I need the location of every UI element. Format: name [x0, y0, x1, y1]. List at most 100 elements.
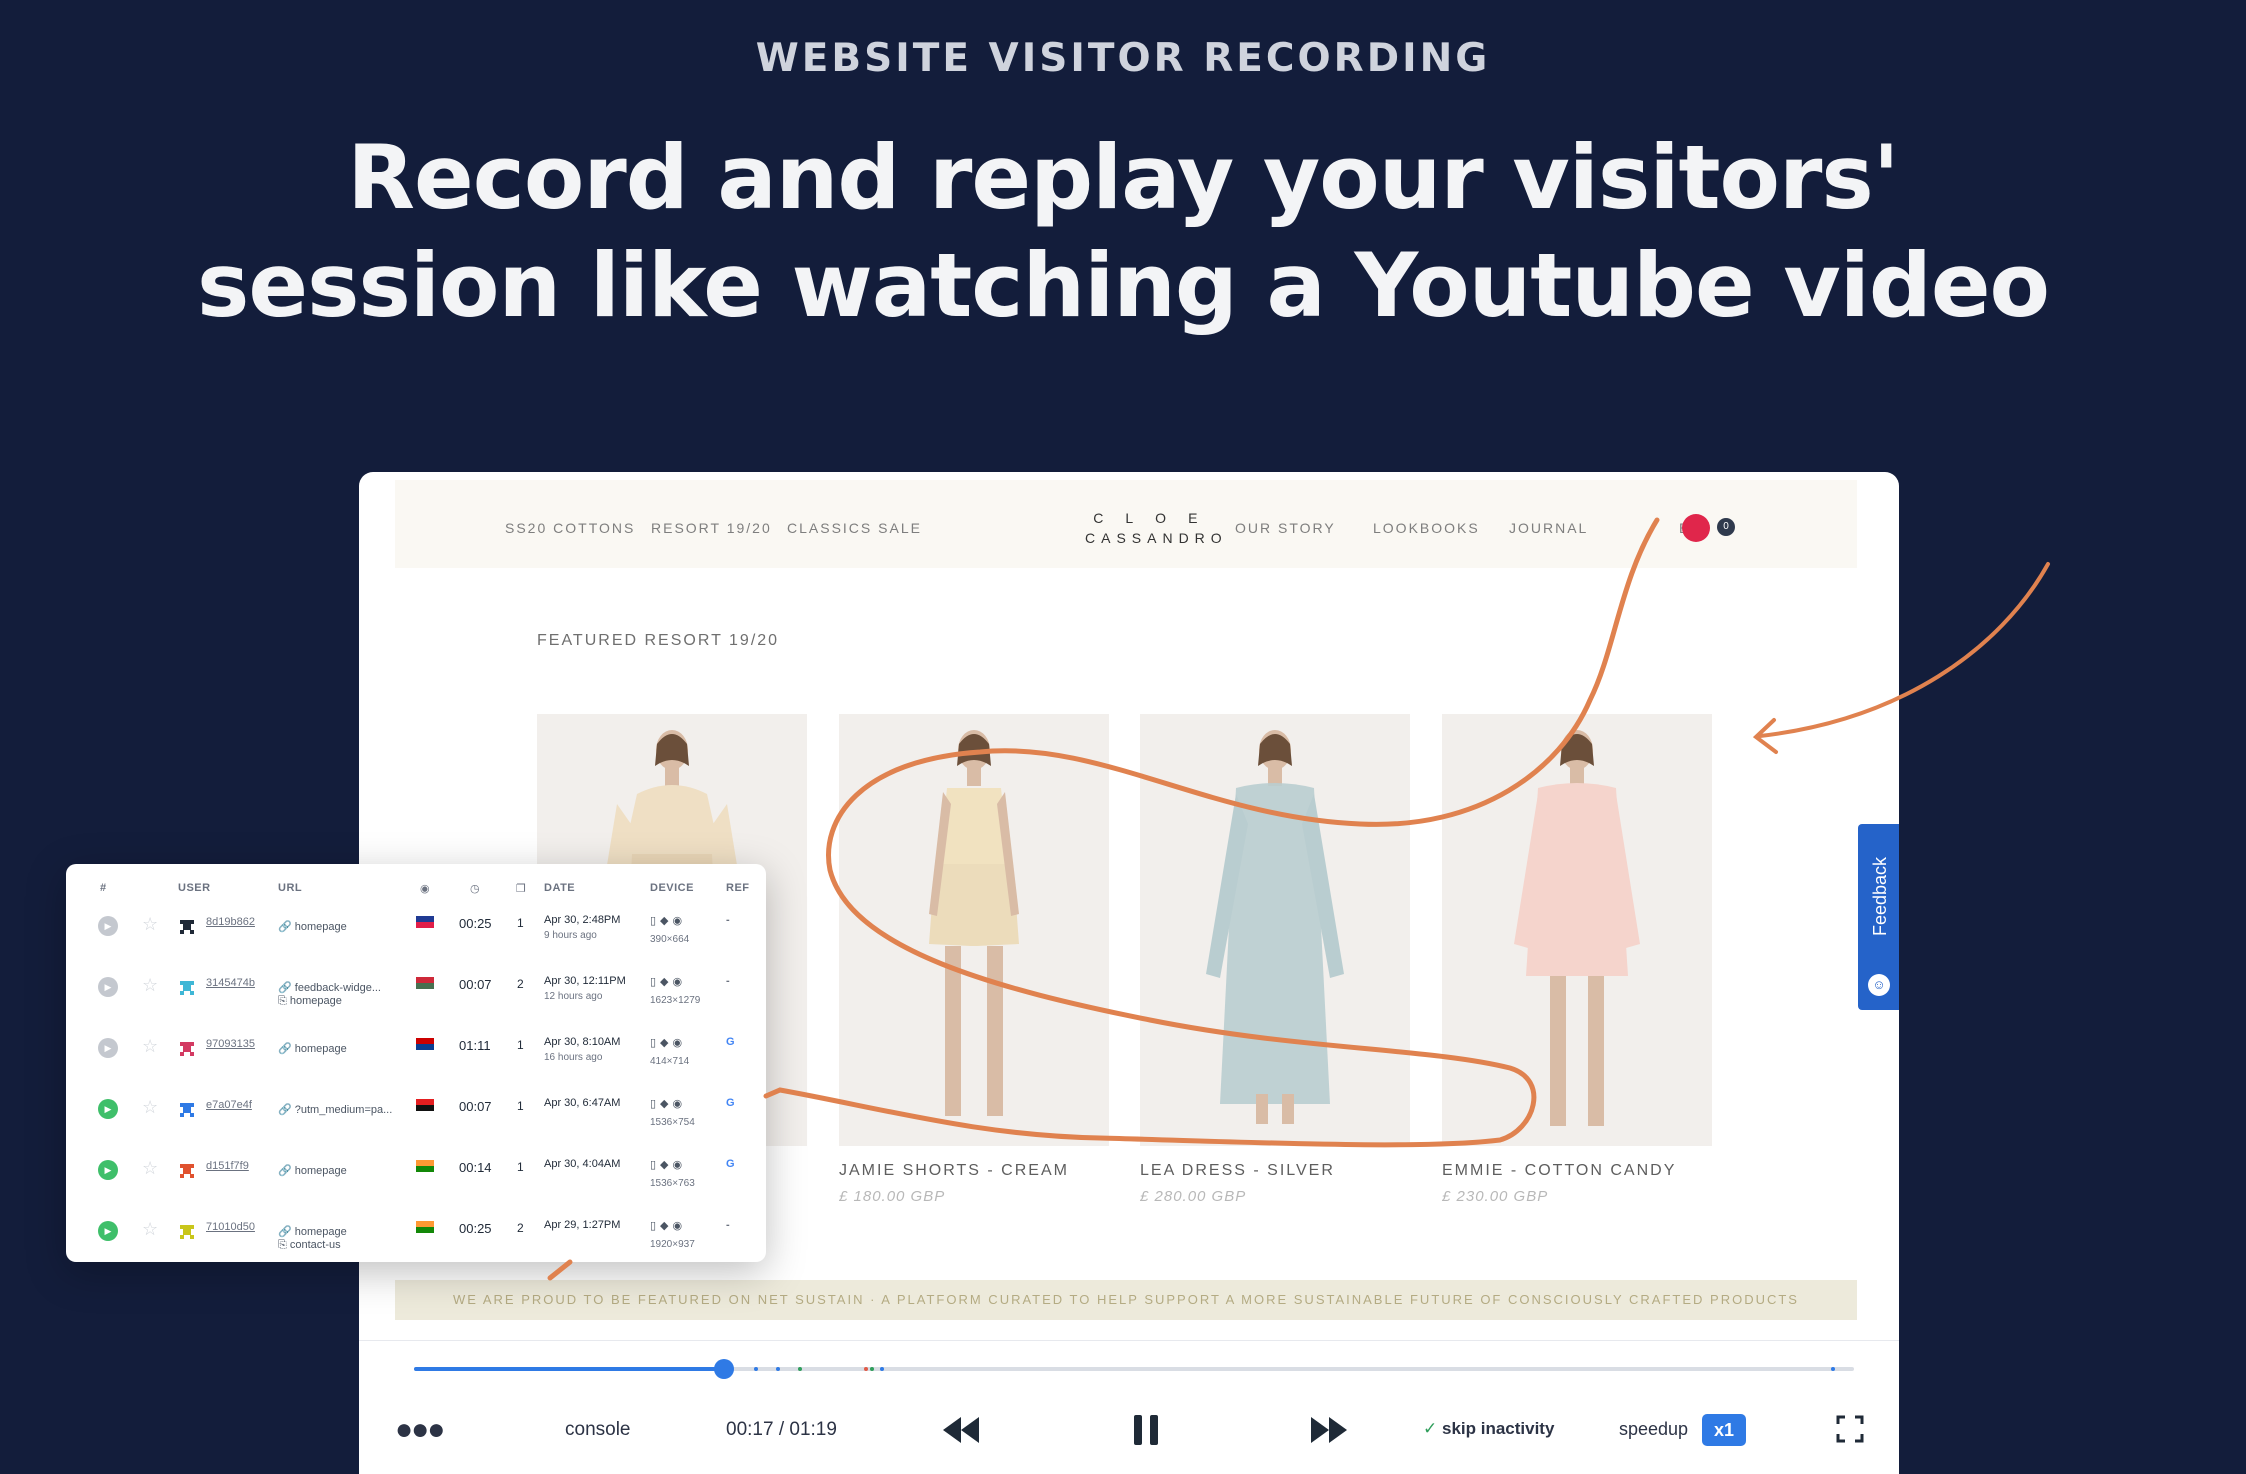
- model-emmie-dress-image: [1442, 714, 1712, 1146]
- user-id-link[interactable]: e7a07e4f: [206, 1099, 252, 1111]
- pause-icon[interactable]: [1131, 1413, 1161, 1447]
- event-marker[interactable]: [880, 1367, 884, 1371]
- star-icon[interactable]: ☆: [142, 914, 158, 935]
- session-date: Apr 30, 8:10AM: [544, 1036, 621, 1048]
- play-session-icon[interactable]: ▶: [98, 1160, 118, 1180]
- url-text: feedback-widge...: [294, 982, 381, 994]
- user-id-link[interactable]: 71010d50: [206, 1221, 255, 1233]
- product-name: JAMIE SHORTS - CREAM: [839, 1162, 1069, 1179]
- session-date: Apr 30, 6:47AM: [544, 1097, 621, 1109]
- url-link[interactable]: 🔗 homepage: [278, 1164, 347, 1177]
- play-session-icon[interactable]: ▶: [98, 977, 118, 997]
- event-marker[interactable]: [864, 1367, 868, 1371]
- timeline-scrubber-handle[interactable]: [713, 1359, 734, 1379]
- skip-inactivity-toggle[interactable]: ✓ skip inactivity: [1423, 1419, 1554, 1439]
- rewind-icon[interactable]: [941, 1413, 981, 1447]
- star-icon[interactable]: ☆: [142, 1097, 158, 1118]
- event-marker[interactable]: [1831, 1367, 1835, 1371]
- product-card[interactable]: LEA DRESS - SILVER £ 280.00 GBP: [1140, 714, 1410, 1205]
- user-id-link[interactable]: 97093135: [206, 1038, 255, 1050]
- play-session-icon[interactable]: ▶: [98, 1099, 118, 1119]
- playback-timeline[interactable]: [414, 1359, 1854, 1379]
- product-card[interactable]: JAMIE SHORTS - CREAM £ 180.00 GBP: [839, 714, 1109, 1205]
- star-icon[interactable]: ☆: [142, 1036, 158, 1057]
- url-link[interactable]: 🔗 homepage: [278, 920, 347, 933]
- url-text: homepage: [294, 921, 347, 933]
- play-session-icon[interactable]: ▶: [98, 1221, 118, 1241]
- col-pages-icon[interactable]: ❐: [516, 882, 526, 895]
- table-row[interactable]: ▶ ☆ 8d19b862 🔗 homepage 00:25 1 Apr 30, …: [66, 902, 766, 962]
- nav-item-classics-sale[interactable]: CLASSICS SALE: [787, 520, 922, 536]
- fast-forward-icon[interactable]: [1309, 1413, 1349, 1447]
- session-date: Apr 30, 2:48PM: [544, 914, 621, 926]
- event-marker[interactable]: [870, 1367, 874, 1371]
- col-user[interactable]: USER: [178, 882, 211, 894]
- referrer: -: [726, 975, 730, 987]
- url-link[interactable]: ⎘ homepage: [278, 995, 342, 1008]
- url-link[interactable]: 🔗 homepage: [278, 1225, 347, 1238]
- star-icon[interactable]: ☆: [142, 975, 158, 996]
- play-session-icon[interactable]: ▶: [98, 1038, 118, 1058]
- table-row[interactable]: ▶ ☆ e7a07e4f 🔗 ?utm_medium=pa... 00:07 1…: [66, 1085, 766, 1145]
- country-flag-icon: [416, 977, 434, 989]
- url-text: ?utm_medium=pa...: [294, 1104, 393, 1116]
- col-duration-icon[interactable]: ◷: [470, 882, 480, 895]
- table-row[interactable]: ▶ ☆ 71010d50 🔗 homepage ⎘ contact-us 00:…: [66, 1207, 766, 1262]
- col-device[interactable]: DEVICE: [650, 882, 694, 894]
- ellipsis-icon[interactable]: ●●●: [395, 1413, 445, 1447]
- url-link[interactable]: 🔗 homepage: [278, 1042, 347, 1055]
- play-session-icon[interactable]: ▶: [98, 916, 118, 936]
- col-number: #: [100, 882, 107, 894]
- page-count: 1: [517, 1038, 524, 1052]
- nav-item-resort[interactable]: RESORT 19/20: [651, 520, 772, 536]
- page-count: 2: [517, 977, 524, 991]
- nav-item-journal[interactable]: JOURNAL: [1509, 520, 1588, 536]
- nav-item-lookbooks[interactable]: LOOKBOOKS: [1373, 520, 1480, 536]
- col-ref[interactable]: REF: [726, 882, 750, 894]
- session-duration: 01:11: [459, 1038, 491, 1053]
- product-price: £ 180.00 GBP: [839, 1188, 946, 1205]
- product-card[interactable]: EMMIE - COTTON CANDY £ 230.00 GBP: [1442, 714, 1712, 1205]
- col-date[interactable]: DATE: [544, 882, 575, 894]
- playback-progress: [414, 1367, 724, 1371]
- cart-count-badge[interactable]: 0: [1717, 518, 1735, 536]
- col-url[interactable]: URL: [278, 882, 302, 894]
- fullscreen-icon[interactable]: [1836, 1415, 1864, 1443]
- user-id-link[interactable]: d151f7f9: [206, 1160, 249, 1172]
- user-id-link[interactable]: 8d19b862: [206, 916, 255, 928]
- url-text: homepage: [294, 1043, 347, 1055]
- feedback-widget-tab[interactable]: Feedback ☺: [1858, 824, 1899, 1010]
- referrer: G: [726, 1036, 735, 1048]
- star-icon[interactable]: ☆: [142, 1219, 158, 1240]
- url-link[interactable]: ⎘ contact-us: [278, 1239, 341, 1252]
- table-row[interactable]: ▶ ☆ 97093135 🔗 homepage 01:11 1 Apr 30, …: [66, 1024, 766, 1084]
- device-browser-icons: ▯◆◉: [650, 976, 687, 988]
- screen-resolution: 1536×763: [650, 1178, 695, 1189]
- table-row[interactable]: ▶ ☆ 3145474b 🔗 feedback-widge... ⎘ homep…: [66, 963, 766, 1023]
- event-marker[interactable]: [776, 1367, 780, 1371]
- speed-selector[interactable]: x1: [1702, 1414, 1746, 1446]
- url-link[interactable]: 🔗 ?utm_medium=pa...: [278, 1103, 392, 1116]
- time-current: 00:17: [726, 1419, 774, 1440]
- screen-resolution: 1623×1279: [650, 995, 701, 1006]
- nav-item-ss20-cottons[interactable]: SS20 COTTONS: [505, 520, 635, 536]
- url-link[interactable]: 🔗 feedback-widge...: [278, 981, 381, 994]
- user-id-link[interactable]: 3145474b: [206, 977, 255, 989]
- site-logo[interactable]: CLOE CASSANDRO: [1085, 508, 1228, 548]
- console-button[interactable]: console: [565, 1419, 631, 1441]
- session-date: Apr 29, 1:27PM: [544, 1219, 621, 1231]
- device-browser-icons: ▯◆◉: [650, 1159, 687, 1171]
- col-location-icon[interactable]: ◉: [420, 882, 430, 895]
- nav-item-our-story[interactable]: OUR STORY: [1235, 520, 1336, 536]
- event-marker[interactable]: [798, 1367, 802, 1371]
- url-text: contact-us: [289, 1239, 341, 1251]
- table-row[interactable]: ▶ ☆ d151f7f9 🔗 homepage 00:14 1 Apr 30, …: [66, 1146, 766, 1206]
- sustainability-banner: WE ARE PROUD TO BE FEATURED ON NET SUSTA…: [395, 1280, 1857, 1320]
- country-flag-icon: [416, 1221, 434, 1233]
- referrer: -: [726, 1219, 730, 1231]
- session-duration: 00:07: [459, 977, 492, 992]
- event-marker[interactable]: [754, 1367, 758, 1371]
- user-avatar-icon: [180, 981, 194, 995]
- star-icon[interactable]: ☆: [142, 1158, 158, 1179]
- device-browser-icons: ▯◆◉: [650, 1098, 687, 1110]
